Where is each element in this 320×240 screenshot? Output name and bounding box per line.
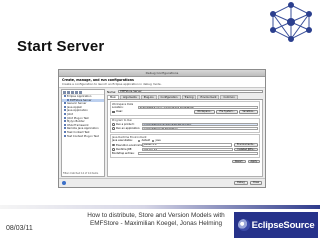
slide-caption: How to distribute, Store and Version Mod… [86, 212, 226, 228]
workspace-button[interactable]: Workspace... [194, 110, 215, 114]
exec-env-select[interactable]: JavaSE-1.6 [141, 143, 233, 147]
tab-tracing[interactable]: Tracing [181, 95, 197, 99]
debug-configurations-dialog: Debug Configurations Create, manage, and… [58, 69, 266, 188]
program-to-run-group: Program to Run Run a product: org.eclips… [110, 117, 260, 133]
revert-button[interactable]: Revert [231, 159, 246, 163]
caption-line-1: How to distribute, Store and Version Mod… [87, 212, 225, 219]
slide-date: 08/03/11 [6, 225, 33, 232]
filter-icon[interactable] [79, 90, 82, 94]
tab-common[interactable]: Common [220, 95, 238, 99]
caption-line-2: EMFStore - Maximilian Koegel, Jonas Helm… [89, 220, 223, 227]
java-default-label: default [141, 139, 151, 143]
environments-button[interactable]: Environments... [233, 143, 258, 147]
run-application-label: Run an application: [116, 127, 141, 131]
run-product-label: Run a product: [116, 122, 135, 126]
dialog-titlebar[interactable]: Debug Configurations [59, 70, 265, 77]
apply-button[interactable]: Apply [247, 159, 260, 163]
eclipsesource-logo: EclipseSource [234, 212, 318, 238]
tab-main[interactable]: Main [107, 95, 119, 99]
java-default-radio[interactable] [137, 139, 141, 143]
tab-arguments[interactable]: Arguments [119, 95, 140, 99]
exec-env-label: Execution environment: [116, 143, 146, 147]
tab-configuration[interactable]: Configuration [157, 95, 181, 99]
dialog-header: Create, manage, and run configurations C… [59, 77, 265, 88]
collapse-all-icon[interactable] [75, 90, 78, 94]
run-application-radio[interactable] [112, 127, 115, 130]
java-runtime-group: Java Runtime Environment Java executable… [110, 134, 260, 158]
tree-item[interactable]: Test Context Plug-in Test [62, 135, 104, 139]
dialog-title: Debug Configurations [145, 71, 179, 75]
slide-title: Start Server [17, 38, 105, 55]
runtime-jre-radio[interactable] [112, 148, 115, 151]
runtime-jre-label: Runtime JRE: [116, 147, 133, 151]
java-label: java [155, 139, 161, 143]
java-executable-label: Java executable: [112, 139, 133, 143]
close-button[interactable]: Close [249, 181, 262, 185]
run-application-select[interactable]: org.eclipse.ui.ide.workbench [141, 126, 258, 131]
tab-environment[interactable]: Environment [197, 95, 220, 99]
clear-label: Clear: [116, 110, 124, 114]
bootstrap-label: Bootstrap entries: [112, 152, 135, 156]
new-config-icon[interactable] [63, 90, 66, 94]
filter-status: Filter matched 14 of 14 items [63, 172, 99, 175]
name-field[interactable]: EMFStore Server [118, 89, 263, 94]
duplicate-icon[interactable] [67, 90, 70, 94]
tab-plugins[interactable]: Plug-ins [140, 95, 157, 99]
footer-band [0, 205, 320, 209]
config-editor: Name: EMFStore Server Main Arguments Plu… [107, 89, 263, 177]
run-product-radio[interactable] [112, 123, 115, 126]
workspace-data-group: Workspace Data Location: ${workspace_loc… [110, 101, 260, 117]
debug-button[interactable]: Debug [234, 181, 248, 185]
exec-env-radio[interactable] [112, 143, 115, 147]
launch-config-tree: Eclipse Application EMFStore Server Gene… [61, 89, 105, 177]
variables-button[interactable]: Variables... [239, 110, 258, 114]
dialog-button-bar: Debug Close [59, 178, 265, 187]
help-icon[interactable] [62, 181, 66, 185]
network-logo-icon [270, 2, 312, 42]
dialog-header-subtitle: Create a configuration to launch an Ecli… [62, 82, 162, 86]
main-tab-panel: Workspace Data Location: ${workspace_loc… [107, 100, 263, 177]
installed-jres-button[interactable]: Installed JREs... [234, 147, 258, 152]
eclipsesource-logo-text: EclipseSource [251, 219, 315, 231]
clear-checkbox[interactable] [112, 110, 115, 114]
bootstrap-field[interactable] [137, 151, 258, 156]
location-label: Location: [112, 106, 124, 110]
run-product-select[interactable]: org.eclipse.emf.emfstore.server.product [141, 122, 258, 127]
location-field[interactable]: ${workspace_loc}/../runtime-EMFStoreServ… [137, 106, 258, 110]
java-radio[interactable] [151, 139, 155, 143]
eclipse-orb-icon [237, 219, 250, 231]
delete-icon[interactable] [71, 90, 74, 94]
file-system-button[interactable]: File System... [216, 110, 238, 114]
runtime-jre-select[interactable]: jre1.6.0_24 [141, 147, 233, 152]
name-label: Name: [107, 89, 117, 94]
